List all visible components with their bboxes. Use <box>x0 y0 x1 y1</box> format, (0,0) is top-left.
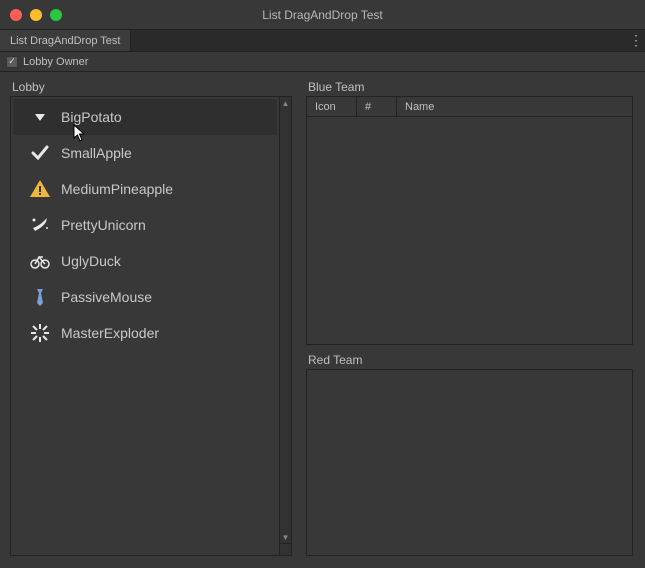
sparkle-icon <box>29 214 51 236</box>
lobby-panel-label: Lobby <box>10 80 292 94</box>
tab-label: List DragAndDrop Test <box>10 35 120 47</box>
lobby-list[interactable]: BigPotato SmallApple <box>11 97 291 353</box>
tie-icon <box>29 286 51 308</box>
lobby-item-label: MediumPineapple <box>61 181 173 197</box>
burst-icon <box>29 322 51 344</box>
red-team-block: Red Team <box>306 353 633 556</box>
lobby-item-uglyduck[interactable]: UglyDuck <box>13 243 277 279</box>
warning-icon <box>29 178 51 200</box>
blue-team-block: Blue Team Icon # Name <box>306 80 633 345</box>
window-title: List DragAndDrop Test <box>0 8 645 22</box>
close-button[interactable] <box>10 9 22 21</box>
lobby-owner-row: ✓ Lobby Owner <box>0 52 645 72</box>
lobby-panel: BigPotato SmallApple <box>10 96 292 556</box>
lobby-item-smallapple[interactable]: SmallApple <box>13 135 277 171</box>
app-window: List DragAndDrop Test List DragAndDrop T… <box>0 0 645 568</box>
blue-team-header: Icon # Name <box>307 97 632 117</box>
traffic-lights <box>0 9 62 21</box>
maximize-button[interactable] <box>50 9 62 21</box>
check-icon <box>29 142 51 164</box>
lobby-item-label: BigPotato <box>61 109 122 125</box>
lobby-item-bigpotato[interactable]: BigPotato <box>13 99 277 135</box>
kebab-icon: ⋮ <box>629 32 643 49</box>
scroll-down-icon[interactable]: ▼ <box>280 531 291 543</box>
lobby-item-label: PassiveMouse <box>61 289 152 305</box>
lobby-item-label: UglyDuck <box>61 253 121 269</box>
minimize-button[interactable] <box>30 9 42 21</box>
blue-team-label: Blue Team <box>306 80 633 94</box>
tab-spacer <box>131 30 627 51</box>
check-icon: ✓ <box>8 56 16 67</box>
tab-list-draganddrop[interactable]: List DragAndDrop Test <box>0 30 131 51</box>
lobby-item-label: PrettyUnicorn <box>61 217 146 233</box>
triangle-down-icon <box>29 106 51 128</box>
lobby-owner-label: Lobby Owner <box>23 56 88 68</box>
lobby-owner-checkbox[interactable]: ✓ <box>6 56 18 68</box>
red-team-panel[interactable] <box>306 369 633 556</box>
lobby-item-masterexploder[interactable]: MasterExploder <box>13 315 277 351</box>
column-header-icon[interactable]: Icon <box>307 97 357 116</box>
resize-handle[interactable] <box>279 543 291 555</box>
content-area: Lobby BigPotato <box>0 72 645 568</box>
tab-bar: List DragAndDrop Test ⋮ <box>0 30 645 52</box>
lobby-item-label: SmallApple <box>61 145 132 161</box>
bike-icon <box>29 250 51 272</box>
column-header-number[interactable]: # <box>357 97 397 116</box>
lobby-item-prettyunicorn[interactable]: PrettyUnicorn <box>13 207 277 243</box>
red-team-label: Red Team <box>306 353 633 367</box>
lobby-item-label: MasterExploder <box>61 325 159 341</box>
lobby-scrollbar[interactable]: ▲ ▼ <box>279 97 291 543</box>
titlebar[interactable]: List DragAndDrop Test <box>0 0 645 30</box>
lobby-column: Lobby BigPotato <box>10 80 292 556</box>
scroll-up-icon[interactable]: ▲ <box>280 97 291 109</box>
column-header-name[interactable]: Name <box>397 97 632 116</box>
tab-menu-button[interactable]: ⋮ <box>627 30 645 51</box>
lobby-item-passivemouse[interactable]: PassiveMouse <box>13 279 277 315</box>
blue-team-panel[interactable]: Icon # Name <box>306 96 633 345</box>
lobby-item-mediumpineapple[interactable]: MediumPineapple <box>13 171 277 207</box>
teams-column: Blue Team Icon # Name Red Team <box>306 80 633 556</box>
